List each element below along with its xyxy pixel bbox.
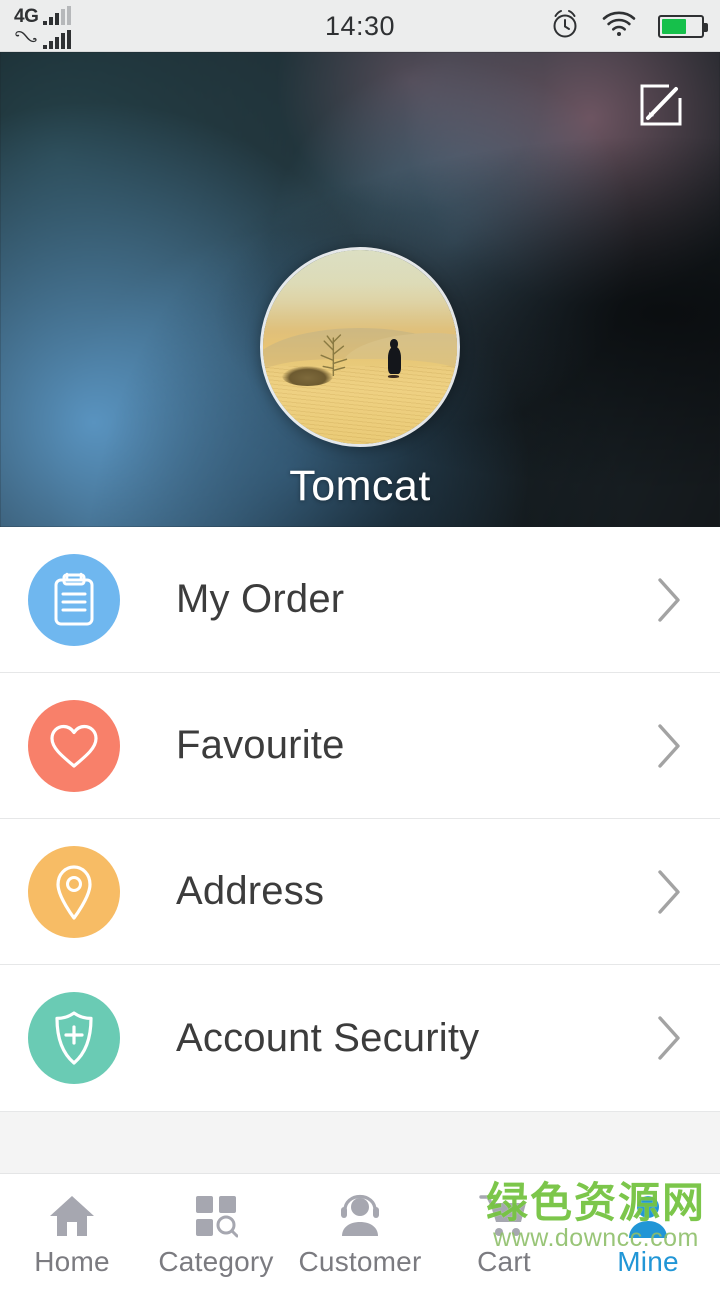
account-menu-list: My Order Favourite Address Account Secur… — [0, 527, 720, 1111]
heart-icon-circle — [28, 699, 120, 792]
edit-profile-button[interactable] — [638, 82, 684, 128]
battery-icon — [658, 14, 708, 38]
clipboard-icon — [54, 572, 94, 625]
status-bar: 4G 14:30 — [0, 0, 720, 52]
tab-label: Category — [158, 1245, 274, 1277]
menu-item-label: Address — [176, 869, 325, 913]
location-pin-icon — [56, 864, 92, 920]
alarm-clock-icon — [550, 8, 580, 45]
shield-plus-icon — [55, 1011, 93, 1065]
tab-label: Home — [34, 1245, 110, 1277]
chevron-right-icon — [656, 723, 682, 769]
chevron-right-icon — [656, 577, 682, 623]
menu-item-account-security[interactable]: Account Security — [0, 965, 720, 1111]
headset-person-icon — [337, 1192, 383, 1240]
tab-mine[interactable]: Mine — [576, 1174, 720, 1289]
shopping-cart-icon — [479, 1192, 529, 1240]
tab-home[interactable]: Home — [0, 1174, 144, 1289]
edit-compose-icon — [640, 84, 682, 126]
menu-item-my-order[interactable]: My Order — [0, 527, 720, 673]
menu-item-favourite[interactable]: Favourite — [0, 673, 720, 819]
avatar-sky-haze — [263, 250, 457, 444]
tab-customer[interactable]: Customer — [288, 1174, 432, 1289]
tab-label: Cart — [477, 1245, 531, 1277]
tab-label: Customer — [298, 1245, 422, 1277]
menu-item-address[interactable]: Address — [0, 819, 720, 965]
person-icon — [626, 1192, 670, 1240]
tab-category[interactable]: Category — [144, 1174, 288, 1289]
heart-icon — [50, 724, 98, 768]
shield-plus-icon-circle — [28, 992, 120, 1084]
chevron-right-icon — [656, 1015, 682, 1061]
status-bar-right — [550, 0, 708, 52]
grid-search-icon — [194, 1192, 238, 1240]
profile-header: Tomcat — [0, 52, 720, 527]
tab-cart[interactable]: Cart — [432, 1174, 576, 1289]
username-label: Tomcat — [289, 462, 431, 510]
list-bottom-spacer — [0, 1111, 720, 1174]
home-icon — [48, 1192, 96, 1240]
wifi-icon — [602, 10, 636, 42]
menu-item-label: Account Security — [176, 1015, 480, 1060]
bottom-navigation-bar: Home Category Customer Cart Mine — [0, 1174, 720, 1289]
menu-item-label: Favourite — [176, 723, 345, 767]
clipboard-icon-circle — [28, 553, 120, 646]
menu-item-label: My Order — [176, 577, 345, 621]
location-pin-icon-circle — [28, 845, 120, 938]
chevron-right-icon — [656, 869, 682, 915]
avatar-desert-photo — [263, 250, 457, 444]
avatar[interactable] — [260, 247, 460, 447]
tab-label: Mine — [617, 1245, 679, 1277]
